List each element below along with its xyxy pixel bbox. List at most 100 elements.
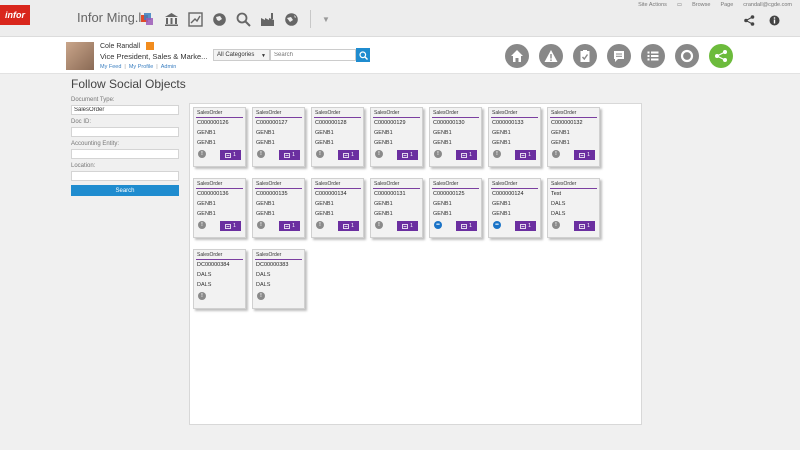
info-icon[interactable]: ! bbox=[198, 221, 206, 229]
my-feed-link[interactable]: My Feed bbox=[100, 64, 121, 70]
info-icon[interactable]: ! bbox=[316, 150, 324, 158]
browse-tab[interactable]: Browse bbox=[692, 2, 710, 8]
info-icon[interactable]: ! bbox=[493, 150, 501, 158]
card-doc-id[interactable]: DC00000384 bbox=[197, 262, 229, 268]
social-object-card[interactable]: SalesOrder C000000135 GENB1 GENB1! 1 bbox=[252, 178, 305, 238]
doc-id-field[interactable] bbox=[71, 127, 179, 137]
follow-button[interactable]: 1 bbox=[574, 150, 595, 160]
magnify-icon[interactable] bbox=[236, 12, 251, 27]
alert-icon[interactable] bbox=[539, 44, 563, 68]
following-icon[interactable]: •• bbox=[434, 221, 442, 229]
card-doc-id[interactable]: C000000125 bbox=[433, 191, 465, 197]
follow-button[interactable]: 1 bbox=[397, 150, 418, 160]
card-doc-id[interactable]: C000000131 bbox=[374, 191, 406, 197]
card-doc-id[interactable]: C000000136 bbox=[197, 191, 229, 197]
chevron-down-icon[interactable]: ▼ bbox=[322, 15, 330, 24]
search-input[interactable] bbox=[270, 49, 356, 61]
social-object-card[interactable]: SalesOrder C000000136 GENB1 GENB1! 1 bbox=[193, 178, 246, 238]
social-object-card[interactable]: SalesOrder Test DALS DALS! 1 bbox=[547, 178, 600, 238]
info-icon[interactable]: ! bbox=[257, 292, 265, 300]
social-object-card[interactable]: SalesOrder C000000124 GENB1 GENB1 •• 1 bbox=[488, 178, 541, 238]
message-icon[interactable] bbox=[607, 44, 631, 68]
follow-button[interactable]: 1 bbox=[220, 221, 241, 231]
social-object-card[interactable]: SalesOrder C000000131 GENB1 GENB1! 1 bbox=[370, 178, 423, 238]
user-email[interactable]: crandall@cgde.com bbox=[743, 2, 792, 8]
card-doc-id[interactable]: C000000135 bbox=[256, 191, 288, 197]
follow-button[interactable]: 1 bbox=[456, 150, 477, 160]
admin-link[interactable]: Admin bbox=[161, 64, 177, 70]
card-doc-id[interactable]: C000000124 bbox=[492, 191, 524, 197]
site-actions-menu[interactable]: Site Actions bbox=[638, 2, 667, 8]
info-icon[interactable]: ! bbox=[257, 221, 265, 229]
follow-button[interactable]: 1 bbox=[515, 150, 536, 160]
globe-icon[interactable] bbox=[212, 12, 227, 27]
share-icon[interactable] bbox=[744, 13, 755, 26]
card-doc-id[interactable]: C000000129 bbox=[374, 120, 406, 126]
chart-arrow-icon[interactable] bbox=[188, 11, 203, 27]
list-icon[interactable] bbox=[641, 44, 665, 68]
infor-logo[interactable]: infor bbox=[0, 5, 30, 25]
card-doc-id[interactable]: C000000126 bbox=[197, 120, 229, 126]
location-field[interactable] bbox=[71, 171, 179, 181]
info-icon[interactable]: ! bbox=[434, 150, 442, 158]
factory-icon[interactable] bbox=[260, 12, 275, 27]
clipboard-check-icon[interactable] bbox=[573, 44, 597, 68]
follow-button[interactable]: 1 bbox=[220, 150, 241, 160]
doc-type-field[interactable] bbox=[71, 105, 179, 115]
info-icon[interactable]: ! bbox=[198, 292, 206, 300]
social-object-card[interactable]: SalesOrder DC00000383 DALS DALS! bbox=[252, 249, 305, 309]
user-name[interactable]: Cole Randall bbox=[100, 43, 140, 50]
social-object-card[interactable]: SalesOrder C000000128 GENB1 GENB1! 1 bbox=[311, 107, 364, 167]
page-tab[interactable]: Page bbox=[720, 2, 733, 8]
follow-button[interactable]: 1 bbox=[338, 150, 359, 160]
social-share-icon[interactable] bbox=[709, 44, 733, 68]
social-object-card[interactable]: SalesOrder C000000127 GENB1 GENB1! 1 bbox=[252, 107, 305, 167]
social-object-card[interactable]: SalesOrder C000000129 GENB1 GENB1! 1 bbox=[370, 107, 423, 167]
card-doc-id[interactable]: C000000128 bbox=[315, 120, 347, 126]
card-doc-id[interactable]: C000000134 bbox=[315, 191, 347, 197]
stacked-squares-icon[interactable] bbox=[140, 12, 155, 27]
info-icon[interactable]: ! bbox=[552, 221, 560, 229]
follow-button[interactable]: 1 bbox=[456, 221, 477, 231]
follow-button[interactable]: 1 bbox=[338, 221, 359, 231]
follow-button[interactable]: 1 bbox=[574, 221, 595, 231]
info-icon[interactable]: ! bbox=[316, 221, 324, 229]
bank-icon[interactable] bbox=[164, 12, 179, 27]
social-object-card[interactable]: SalesOrder C000000126 GENB1 GENB1! 1 bbox=[193, 107, 246, 167]
card-doc-id[interactable]: C000000130 bbox=[433, 120, 465, 126]
follow-count: 1 bbox=[469, 152, 472, 158]
globe-alt-icon[interactable] bbox=[284, 12, 299, 27]
info-icon[interactable]: ! bbox=[552, 150, 560, 158]
info-icon[interactable]: ! bbox=[257, 150, 265, 158]
info-icon[interactable]: ! bbox=[198, 150, 206, 158]
info-icon[interactable] bbox=[769, 13, 780, 26]
accounting-entity-field[interactable] bbox=[71, 149, 179, 159]
follow-button[interactable]: 1 bbox=[515, 221, 536, 231]
search-submit-button[interactable]: Search bbox=[71, 185, 179, 196]
follow-button[interactable]: 1 bbox=[279, 221, 300, 231]
lifebuoy-icon[interactable] bbox=[675, 44, 699, 68]
social-object-card[interactable]: SalesOrder C000000130 GENB1 GENB1! 1 bbox=[429, 107, 482, 167]
app-title[interactable]: Infor Ming.le bbox=[77, 10, 149, 25]
card-doc-id[interactable]: C000000127 bbox=[256, 120, 288, 126]
social-object-card[interactable]: SalesOrder C000000133 GENB1 GENB1! 1 bbox=[488, 107, 541, 167]
page-icon[interactable]: ▭ bbox=[677, 2, 682, 8]
card-doc-id[interactable]: C000000133 bbox=[492, 120, 524, 126]
search-button[interactable] bbox=[356, 48, 370, 62]
social-object-card[interactable]: SalesOrder C000000134 GENB1 GENB1! 1 bbox=[311, 178, 364, 238]
follow-button[interactable]: 1 bbox=[279, 150, 300, 160]
card-doc-id[interactable]: DC00000383 bbox=[256, 262, 288, 268]
info-icon[interactable]: ! bbox=[375, 221, 383, 229]
card-doc-id[interactable]: Test bbox=[551, 191, 561, 197]
social-object-card[interactable]: SalesOrder DC00000384 DALS DALS! bbox=[193, 249, 246, 309]
card-doc-id[interactable]: C000000132 bbox=[551, 120, 583, 126]
social-object-card[interactable]: SalesOrder C000000125 GENB1 GENB1 •• 1 bbox=[429, 178, 482, 238]
follow-button[interactable]: 1 bbox=[397, 221, 418, 231]
info-icon[interactable]: ! bbox=[375, 150, 383, 158]
my-profile-link[interactable]: My Profile bbox=[129, 64, 153, 70]
avatar[interactable] bbox=[66, 42, 94, 70]
social-object-card[interactable]: SalesOrder C000000132 GENB1 GENB1! 1 bbox=[547, 107, 600, 167]
home-icon[interactable] bbox=[505, 44, 529, 68]
category-select[interactable]: All Categories ▼ bbox=[213, 49, 270, 61]
following-icon[interactable]: •• bbox=[493, 221, 501, 229]
